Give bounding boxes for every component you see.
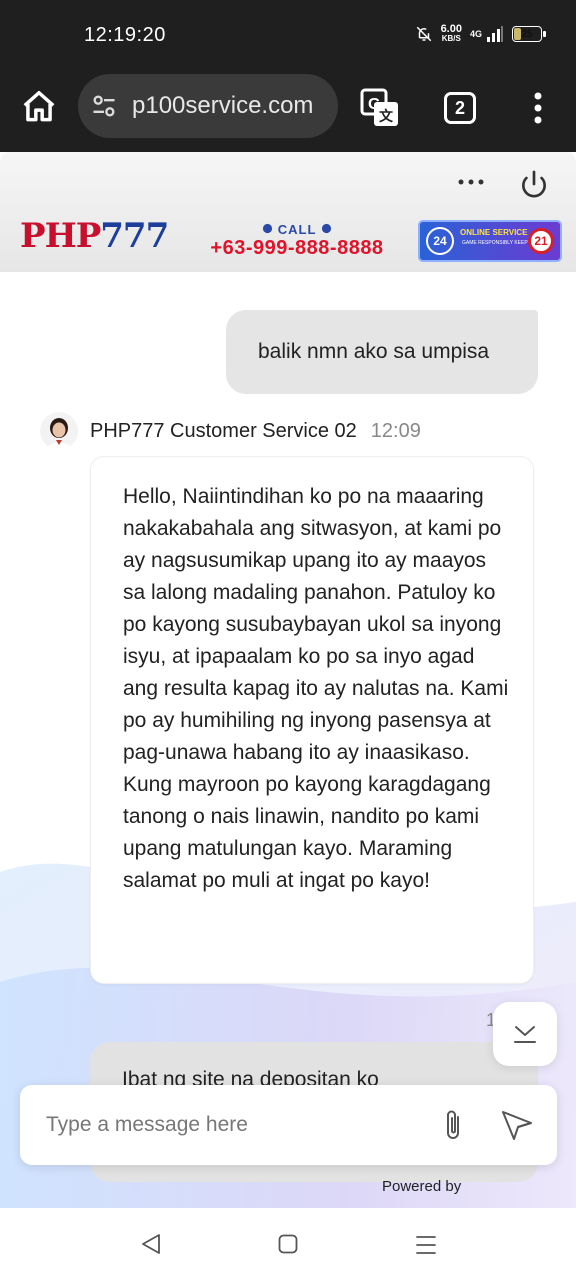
home-nav-icon[interactable] [278, 1234, 298, 1254]
battery-icon: 25 [512, 26, 546, 42]
battery-level: 25 [521, 28, 533, 40]
brand-logo-number: 777 [100, 216, 169, 256]
chat-header: PHP777 CALL +63-999-888-8888 24 ONLINE S… [0, 152, 576, 272]
call-label-text: CALL [277, 222, 317, 237]
agent-message-bubble: Hello, Naiintindihan ko po na maaaring n… [90, 456, 534, 984]
agent-name: PHP777 Customer Service 02 [90, 419, 357, 442]
chevron-down-icon [514, 1026, 536, 1043]
agent-message-text: Hello, Naiintindihan ko po na maaaring n… [123, 485, 509, 892]
overflow-menu-icon[interactable] [528, 90, 548, 126]
chat-messages[interactable]: balik nmn ako sa umpisa PHP777 Customer … [0, 272, 576, 1208]
status-icons: 6.00 KB/S 4G 25 [415, 24, 546, 44]
phone-icon [321, 223, 331, 234]
agent-avatar [40, 412, 78, 450]
net-speed-value: 6.00 [440, 23, 462, 35]
signal-icon [487, 26, 503, 42]
call-number: +63-999-888-8888 [210, 237, 384, 259]
send-icon[interactable] [500, 1109, 534, 1141]
24-hours-icon: 24 [426, 227, 454, 255]
net-speed: 6.00 KB/S [441, 24, 462, 44]
agent-message-time: 12:09 [370, 419, 421, 442]
status-bar: 12:19:20 6.00 KB/S 4G 25 [0, 0, 576, 68]
call-label: CALL [202, 222, 392, 237]
address-bar[interactable]: p100service.com [78, 74, 338, 138]
brand-logo-php: PHP [20, 216, 101, 256]
bell-off-icon [416, 26, 431, 42]
translate-icon[interactable]: G文 [360, 88, 400, 128]
powered-by-text: Powered by [382, 1178, 462, 1195]
online-service-badge: 24 ONLINE SERVICE GAME RESPONSIBLY KEEP … [418, 220, 562, 262]
age-21-icon: 21 [528, 228, 554, 254]
agent-header: PHP777 Customer Service 02 12:09 [40, 412, 421, 450]
net-speed-unit: KB/S [441, 34, 461, 43]
power-icon[interactable] [518, 168, 550, 200]
message-input[interactable] [46, 1107, 426, 1143]
phone-icon [263, 223, 273, 234]
attachment-icon[interactable] [440, 1107, 466, 1143]
brand-logo: PHP777 [20, 216, 169, 256]
call-banner: CALL +63-999-888-8888 [202, 222, 392, 260]
status-time: 12:19:20 [84, 24, 166, 46]
recent-apps-icon[interactable] [416, 1234, 436, 1256]
user-message-bubble: balik nmn ako sa umpisa [226, 310, 538, 394]
more-options-icon[interactable] [456, 172, 486, 192]
browser-toolbar: p100service.com G文 2 [0, 68, 576, 152]
online-service-title: ONLINE SERVICE [460, 228, 528, 237]
site-settings-icon[interactable] [90, 92, 118, 120]
system-nav-bar [0, 1210, 576, 1280]
tabs-button[interactable]: 2 [444, 92, 476, 124]
scroll-to-bottom-button[interactable] [493, 1002, 557, 1066]
message-composer [20, 1085, 557, 1165]
url-text[interactable]: p100service.com [132, 92, 313, 120]
svg-text:文: 文 [379, 108, 394, 124]
back-icon[interactable] [140, 1232, 162, 1256]
user-message-text: balik nmn ako sa umpisa [258, 340, 490, 363]
home-icon[interactable] [20, 88, 58, 126]
tab-count: 2 [454, 97, 465, 118]
network-type: 4G [469, 29, 482, 39]
